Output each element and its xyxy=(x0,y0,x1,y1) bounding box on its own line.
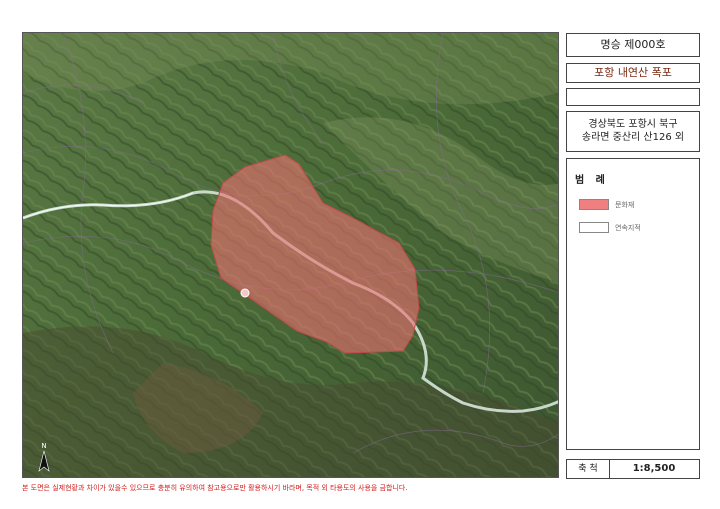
north-label: N xyxy=(41,442,46,450)
legend-panel: 범 례 문화재 연속지적 xyxy=(566,158,700,450)
heritage-name-box: 포항 내연산 폭포 xyxy=(566,63,700,83)
address-box: 경상북도 포항시 북구 송라면 중산리 산126 외 xyxy=(566,111,700,152)
north-arrow-icon: N xyxy=(36,440,52,478)
legend-label-cadastral: 연속지적 xyxy=(615,224,641,232)
disclaimer-text: 본 도면은 실제현황과 차이가 있을수 있으므로 충분히 유의하여 참고용으로만… xyxy=(22,484,408,492)
heritage-number: 명승 제000호 xyxy=(600,38,666,51)
satellite-terrain xyxy=(23,33,558,477)
address-line-2: 송라면 중산리 산126 외 xyxy=(581,132,685,143)
location-marker-icon xyxy=(240,288,250,298)
scale-box: 축 척 1:8,500 xyxy=(566,459,700,479)
heritage-number-box: 명승 제000호 xyxy=(566,33,700,57)
scale-label: 축 척 xyxy=(567,460,610,478)
address-line-1: 경상북도 포항시 북구 xyxy=(588,119,678,130)
legend-swatch-heritage xyxy=(579,199,609,210)
blank-box xyxy=(566,88,700,106)
legend-label-heritage: 문화재 xyxy=(615,201,635,209)
legend-title: 범 례 xyxy=(575,175,609,186)
map-view[interactable]: 경위 xyxy=(22,32,559,478)
heritage-name: 포항 내연산 폭포 xyxy=(594,66,672,79)
legend-swatch-cadastral xyxy=(579,222,609,233)
scale-value: 1:8,500 xyxy=(632,463,676,474)
